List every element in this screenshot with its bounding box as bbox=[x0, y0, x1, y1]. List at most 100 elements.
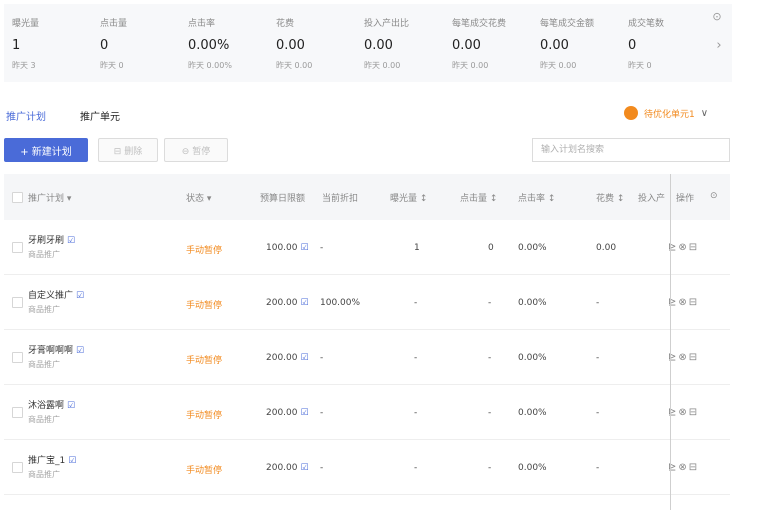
header-clicks[interactable]: 点击量 ↕ bbox=[460, 191, 497, 204]
optimize-dot-icon bbox=[624, 106, 638, 120]
impressions-cell: - bbox=[414, 463, 418, 473]
chevron-right-icon[interactable]: › bbox=[712, 38, 726, 54]
stat-yesterday: 昨天 3 bbox=[12, 61, 36, 70]
budget-cell: 200.00 ☑ bbox=[266, 353, 309, 363]
header-impressions[interactable]: 曝光量 ↕ bbox=[390, 191, 427, 204]
tab-plans[interactable]: 推广计划 bbox=[6, 108, 46, 123]
plans-table: 推广计划 ▾ 状态 ▾ 预算日限额 当前折扣 曝光量 ↕ 点击量 ↕ 点击率 ↕… bbox=[4, 174, 730, 510]
plan-name[interactable]: 牙刷牙刷 ☑ bbox=[28, 233, 75, 246]
stat-label: 曝光量 bbox=[12, 19, 40, 29]
edit-icon[interactable]: ☑ bbox=[301, 243, 309, 253]
budget-cell: 200.00 ☑ bbox=[266, 463, 309, 473]
plan-search-input[interactable] bbox=[532, 138, 730, 162]
discount-cell: 100.00% bbox=[320, 298, 361, 308]
stat-value: 0.00 bbox=[276, 38, 305, 53]
table-row: 牙膏啊啊啊 ☑ 商品推广 手动暂停 200.00 ☑ - - - 0.00% - ⊵… bbox=[4, 330, 730, 385]
stat-orders: 成交笔数 0 昨天 0 bbox=[620, 4, 708, 82]
optimize-units-dropdown[interactable]: 待优化单元1 ∨ bbox=[624, 104, 708, 122]
chevron-down-icon: ∨ bbox=[700, 107, 709, 119]
header-budget: 预算日限额 bbox=[260, 194, 306, 204]
row-checkbox[interactable] bbox=[12, 407, 23, 418]
plan-name-text: 沐浴露啊 bbox=[28, 401, 65, 411]
trash-icon[interactable]: ⊟ bbox=[689, 297, 699, 308]
pause-circle-icon[interactable]: ⊗ bbox=[678, 297, 688, 308]
stat-yesterday: 昨天 0.00 bbox=[364, 61, 401, 70]
budget-value: 200.00 bbox=[266, 463, 298, 473]
stat-value: 0 bbox=[100, 38, 109, 53]
stat-label: 投入产出比 bbox=[364, 19, 410, 29]
edit-icon[interactable]: ☑ bbox=[67, 401, 75, 411]
budget-cell: 200.00 ☑ bbox=[266, 408, 309, 418]
edit-icon[interactable]: ☑ bbox=[301, 463, 309, 473]
trash-icon[interactable]: ⊟ bbox=[689, 407, 699, 418]
pause-circle-icon[interactable]: ⊗ bbox=[678, 407, 688, 418]
header-plan[interactable]: 推广计划 ▾ bbox=[28, 191, 71, 204]
table-header: 推广计划 ▾ 状态 ▾ 预算日限额 当前折扣 曝光量 ↕ 点击量 ↕ 点击率 ↕… bbox=[4, 174, 730, 220]
ctr-cell: 0.00% bbox=[518, 463, 547, 473]
impressions-cell: - bbox=[414, 353, 418, 363]
stat-label: 花费 bbox=[276, 19, 295, 29]
stat-value: 0.00 bbox=[364, 38, 393, 53]
row-actions: ⊵⊗⊟ bbox=[668, 462, 699, 473]
edit-icon[interactable]: ☑ bbox=[301, 408, 309, 418]
delete-button[interactable]: ⊟ 删除 bbox=[98, 138, 158, 162]
stat-value: 0.00 bbox=[452, 38, 481, 53]
budget-cell: 200.00 ☑ bbox=[266, 298, 309, 308]
plan-name[interactable]: 沐浴露啊 ☑ bbox=[28, 398, 75, 411]
trash-icon[interactable]: ⊟ bbox=[689, 242, 699, 253]
budget-value: 100.00 bbox=[266, 243, 298, 253]
new-plan-button[interactable]: + 新建计划 bbox=[4, 138, 88, 162]
spend-cell: - bbox=[596, 298, 600, 308]
spend-cell: - bbox=[596, 353, 600, 363]
row-checkbox[interactable] bbox=[12, 462, 23, 473]
stat-label: 每笔成交花费 bbox=[452, 19, 507, 29]
stat-cost-per-order: 每笔成交花费 0.00 昨天 0.00 bbox=[444, 4, 532, 82]
header-ctr[interactable]: 点击率 ↕ bbox=[518, 191, 555, 204]
clicks-cell: - bbox=[488, 408, 492, 418]
discount-cell: - bbox=[320, 243, 324, 253]
header-roi[interactable]: 投入产 bbox=[638, 191, 665, 204]
pause-circle-icon[interactable]: ⊗ bbox=[678, 352, 688, 363]
table-row: 牙刷牙刷 ☑ 商品推广 手动暂停 100.00 ☑ - 1 0 0.00% 0.00… bbox=[4, 220, 730, 275]
row-actions: ⊵⊗⊟ bbox=[668, 242, 699, 253]
plan-name[interactable]: 牙膏啊啊啊 ☑ bbox=[28, 343, 84, 356]
spend-cell: - bbox=[596, 408, 600, 418]
plan-name[interactable]: 自定义推广 ☑ bbox=[28, 288, 84, 301]
stat-yesterday: 昨天 0 bbox=[628, 61, 652, 70]
pause-circle-icon[interactable]: ⊗ bbox=[678, 462, 688, 473]
row-checkbox[interactable] bbox=[12, 297, 23, 308]
plan-type: 商品推广 bbox=[28, 470, 60, 479]
plan-type: 商品推广 bbox=[28, 250, 60, 259]
trash-icon[interactable]: ⊟ bbox=[689, 462, 699, 473]
header-spend[interactable]: 花费 ↕ bbox=[596, 191, 624, 204]
pause-circle-icon[interactable]: ⊗ bbox=[678, 242, 688, 253]
row-actions: ⊵⊗⊟ bbox=[668, 352, 699, 363]
row-checkbox[interactable] bbox=[12, 352, 23, 363]
settings-icon[interactable]: ⊙ bbox=[710, 10, 724, 24]
discount-cell: - bbox=[320, 408, 324, 418]
status-badge: 手动暂停 bbox=[186, 466, 223, 476]
stat-clicks: 点击量 0 昨天 0 bbox=[92, 4, 180, 82]
edit-icon[interactable]: ☑ bbox=[68, 456, 76, 466]
trash-icon[interactable]: ⊟ bbox=[689, 352, 699, 363]
column-settings-icon[interactable]: ⊙ bbox=[710, 191, 718, 201]
ctr-cell: 0.00% bbox=[518, 243, 547, 253]
table-row: 自定义推广 ☑ 商品推广 手动暂停 200.00 ☑ 100.00% - - 0.0… bbox=[4, 275, 730, 330]
spend-cell: - bbox=[596, 463, 600, 473]
plan-name[interactable]: 推广宝_1 ☑ bbox=[28, 453, 76, 466]
stat-spend: 花费 0.00 昨天 0.00 bbox=[268, 4, 356, 82]
tab-units[interactable]: 推广单元 bbox=[80, 108, 120, 123]
budget-value: 200.00 bbox=[266, 353, 298, 363]
edit-icon[interactable]: ☑ bbox=[301, 298, 309, 308]
edit-icon[interactable]: ☑ bbox=[67, 236, 75, 246]
edit-icon[interactable]: ☑ bbox=[76, 291, 84, 301]
spend-cell: 0.00 bbox=[596, 243, 617, 253]
edit-icon[interactable]: ☑ bbox=[301, 353, 309, 363]
fixed-column-divider bbox=[670, 174, 671, 510]
edit-icon[interactable]: ☑ bbox=[76, 346, 84, 356]
plan-type: 商品推广 bbox=[28, 415, 60, 424]
row-checkbox[interactable] bbox=[12, 242, 23, 253]
select-all-checkbox[interactable] bbox=[12, 192, 23, 203]
pause-button[interactable]: ⊖ 暂停 bbox=[164, 138, 228, 162]
header-status[interactable]: 状态 ▾ bbox=[186, 191, 211, 204]
